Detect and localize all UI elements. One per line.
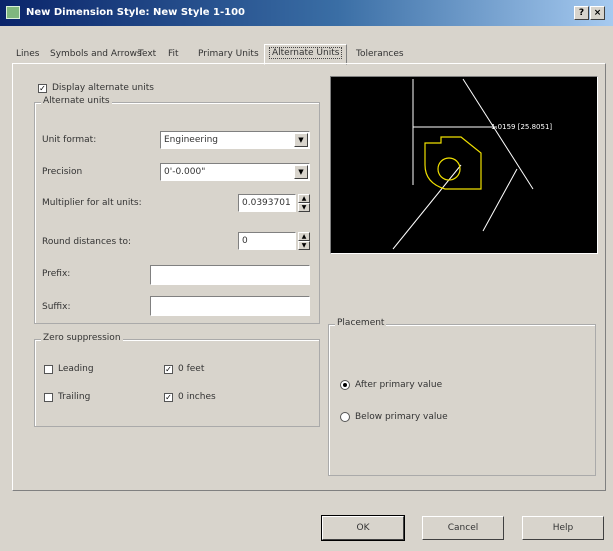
after-primary-label: After primary value xyxy=(355,380,443,390)
tab-text[interactable]: Text xyxy=(134,46,160,64)
feet-checkbox[interactable]: ✓ xyxy=(164,365,173,374)
spin-down-icon[interactable]: ▼ xyxy=(298,203,310,212)
zero-suppression-group: Zero suppression xyxy=(34,333,320,427)
display-alternate-label: Display alternate units xyxy=(52,83,154,93)
close-title-button[interactable]: × xyxy=(590,6,605,20)
round-distances-spinner[interactable]: ▲ ▼ xyxy=(298,232,310,250)
trailing-checkbox[interactable] xyxy=(44,393,53,402)
help-button[interactable]: Help xyxy=(522,516,604,540)
chevron-down-icon[interactable]: ▼ xyxy=(294,133,308,147)
leading-label: Leading xyxy=(58,364,94,374)
below-primary-radio[interactable] xyxy=(340,412,350,422)
tab-alternate-units-label: Alternate Units xyxy=(269,47,343,59)
tab-tolerances[interactable]: Tolerances xyxy=(352,46,408,64)
placement-group: Placement xyxy=(328,318,596,476)
trailing-label: Trailing xyxy=(58,392,91,402)
feet-label: 0 feet xyxy=(178,364,205,374)
window-title: New Dimension Style: New Style 1-100 xyxy=(26,7,246,18)
after-primary-radio[interactable] xyxy=(340,380,350,390)
spin-up-icon[interactable]: ▲ xyxy=(298,194,310,203)
inches-checkbox[interactable]: ✓ xyxy=(164,393,173,402)
below-primary-label: Below primary value xyxy=(355,412,448,422)
tab-symbols-arrows[interactable]: Symbols and Arrows xyxy=(46,46,146,64)
suffix-label: Suffix: xyxy=(42,302,71,312)
leading-checkbox[interactable] xyxy=(44,365,53,374)
round-distances-input[interactable]: 0 xyxy=(238,232,296,250)
spin-up-icon[interactable]: ▲ xyxy=(298,232,310,241)
precision-select[interactable]: 0'-0.000" ▼ xyxy=(160,163,310,181)
prefix-input[interactable] xyxy=(150,265,310,285)
cancel-button[interactable]: Cancel xyxy=(422,516,504,540)
zero-suppression-title: Zero suppression xyxy=(41,333,123,343)
ok-button[interactable]: OK xyxy=(321,515,405,541)
title-bar: New Dimension Style: New Style 1-100 ? × xyxy=(0,0,613,26)
tab-primary-units[interactable]: Primary Units xyxy=(194,46,263,64)
placement-title: Placement xyxy=(335,318,387,328)
unit-format-select[interactable]: Engineering ▼ xyxy=(160,131,310,149)
multiplier-label: Multiplier for alt units: xyxy=(42,198,142,208)
alternate-units-title: Alternate units xyxy=(41,96,112,106)
tab-fit[interactable]: Fit xyxy=(164,46,183,64)
inches-label: 0 inches xyxy=(178,392,216,402)
help-title-button[interactable]: ? xyxy=(574,6,589,20)
dimension-preview-drawing: 1.0159 [25.8051] xyxy=(392,78,552,250)
preview-panel: 1.0159 [25.8051] xyxy=(330,76,598,254)
unit-format-label: Unit format: xyxy=(42,135,97,145)
spin-down-icon[interactable]: ▼ xyxy=(298,241,310,250)
tab-lines[interactable]: Lines xyxy=(12,46,43,64)
precision-label: Precision xyxy=(42,167,83,177)
round-distances-label: Round distances to: xyxy=(42,237,132,247)
multiplier-input[interactable]: 0.0393701 xyxy=(238,194,296,212)
app-icon xyxy=(6,6,20,19)
chevron-down-icon[interactable]: ▼ xyxy=(294,165,308,179)
multiplier-spinner[interactable]: ▲ ▼ xyxy=(298,194,310,212)
precision-value: 0'-0.000" xyxy=(164,167,206,177)
tab-alternate-units[interactable]: Alternate Units xyxy=(264,44,348,65)
prefix-label: Prefix: xyxy=(42,269,71,279)
preview-dimension-text: 1.0159 [25.8051] xyxy=(491,123,552,131)
display-alternate-checkbox[interactable]: ✓ xyxy=(38,84,47,93)
suffix-input[interactable] xyxy=(150,296,310,316)
unit-format-value: Engineering xyxy=(164,135,218,145)
